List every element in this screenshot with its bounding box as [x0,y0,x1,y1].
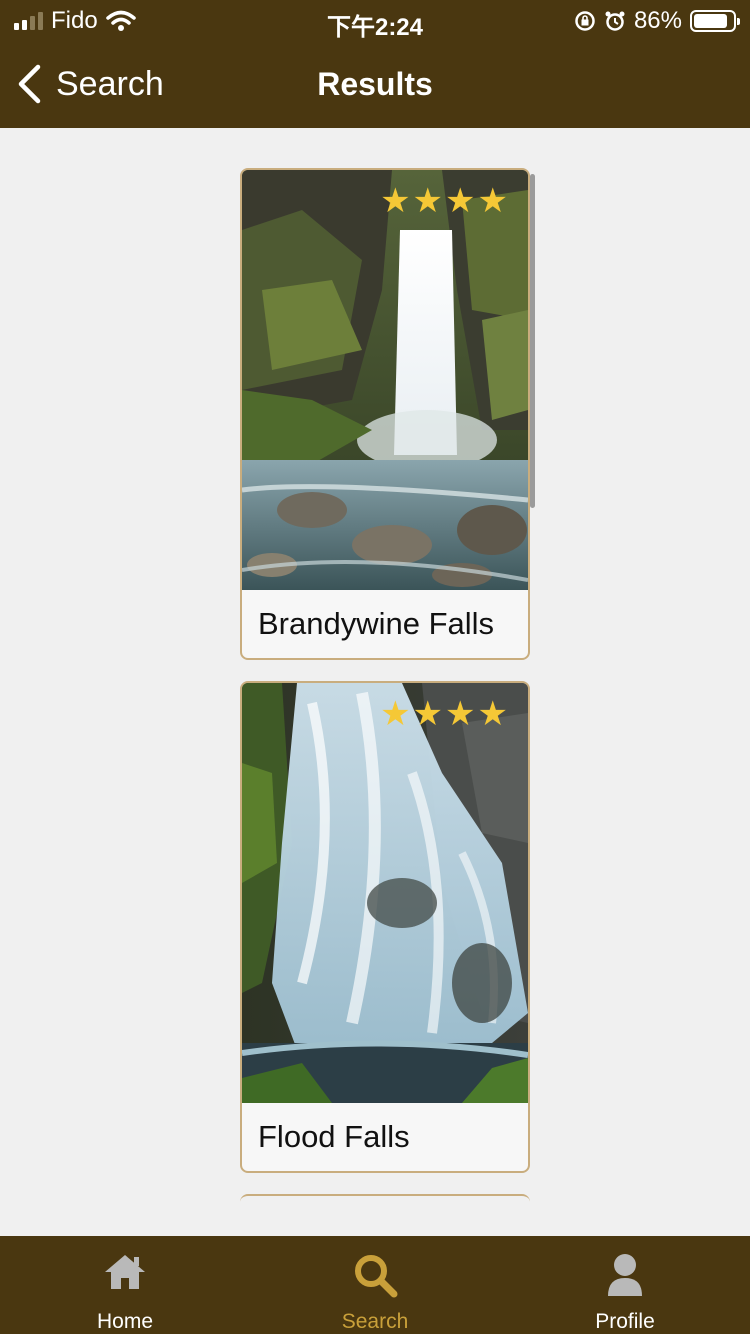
profile-icon [608,1254,642,1296]
rating-stars: ★ ★ ★ ★ [380,184,508,218]
waterfall-photo [242,170,528,590]
result-card[interactable]: ★ ★ ★ ★ Brandywine Falls [240,168,530,660]
battery-percent: 86% [633,7,682,34]
tab-label: Search [341,1310,409,1333]
battery-icon [690,10,740,32]
result-name: Flood Falls [258,1119,410,1154]
search-icon [355,1255,398,1298]
star-icon: ★ [445,695,476,733]
rotation-lock-icon [575,11,595,31]
status-bar: Fido 下午2:24 86% [0,0,750,42]
star-icon: ★ [412,182,444,220]
result-card-partial[interactable] [240,1194,530,1204]
result-card[interactable]: ★ ★ ★ ★ Flood Falls [240,681,530,1173]
navigation-bar: Search Results [0,50,750,120]
scrollbar[interactable] [530,174,535,508]
battery-fill [694,14,727,28]
header: Fido 下午2:24 86% Search Results [0,0,750,128]
result-name: Brandywine Falls [258,606,495,641]
star-icon: ★ [380,695,411,733]
home-icon [105,1255,145,1289]
tab-bar: Home Search Profile [0,1236,750,1334]
waterfall-photo [242,683,528,1103]
tab-home[interactable]: Home [0,1236,250,1334]
page-title: Results [317,66,433,102]
tab-search[interactable]: Search [250,1236,500,1334]
star-icon: ★ [477,695,508,733]
star-icon: ★ [477,182,508,220]
tab-label: Profile [595,1310,655,1333]
alarm-icon [605,11,625,31]
tab-label: Home [96,1310,154,1333]
star-icon: ★ [445,182,476,220]
star-icon: ★ [380,182,411,220]
star-icon: ★ [412,695,444,733]
results-list[interactable]: ★ ★ ★ ★ Brandywine Falls ★ ★ ★ ★ Flood F… [0,128,750,1236]
tab-profile[interactable]: Profile [500,1236,750,1334]
rating-stars: ★ ★ ★ ★ [380,697,508,731]
